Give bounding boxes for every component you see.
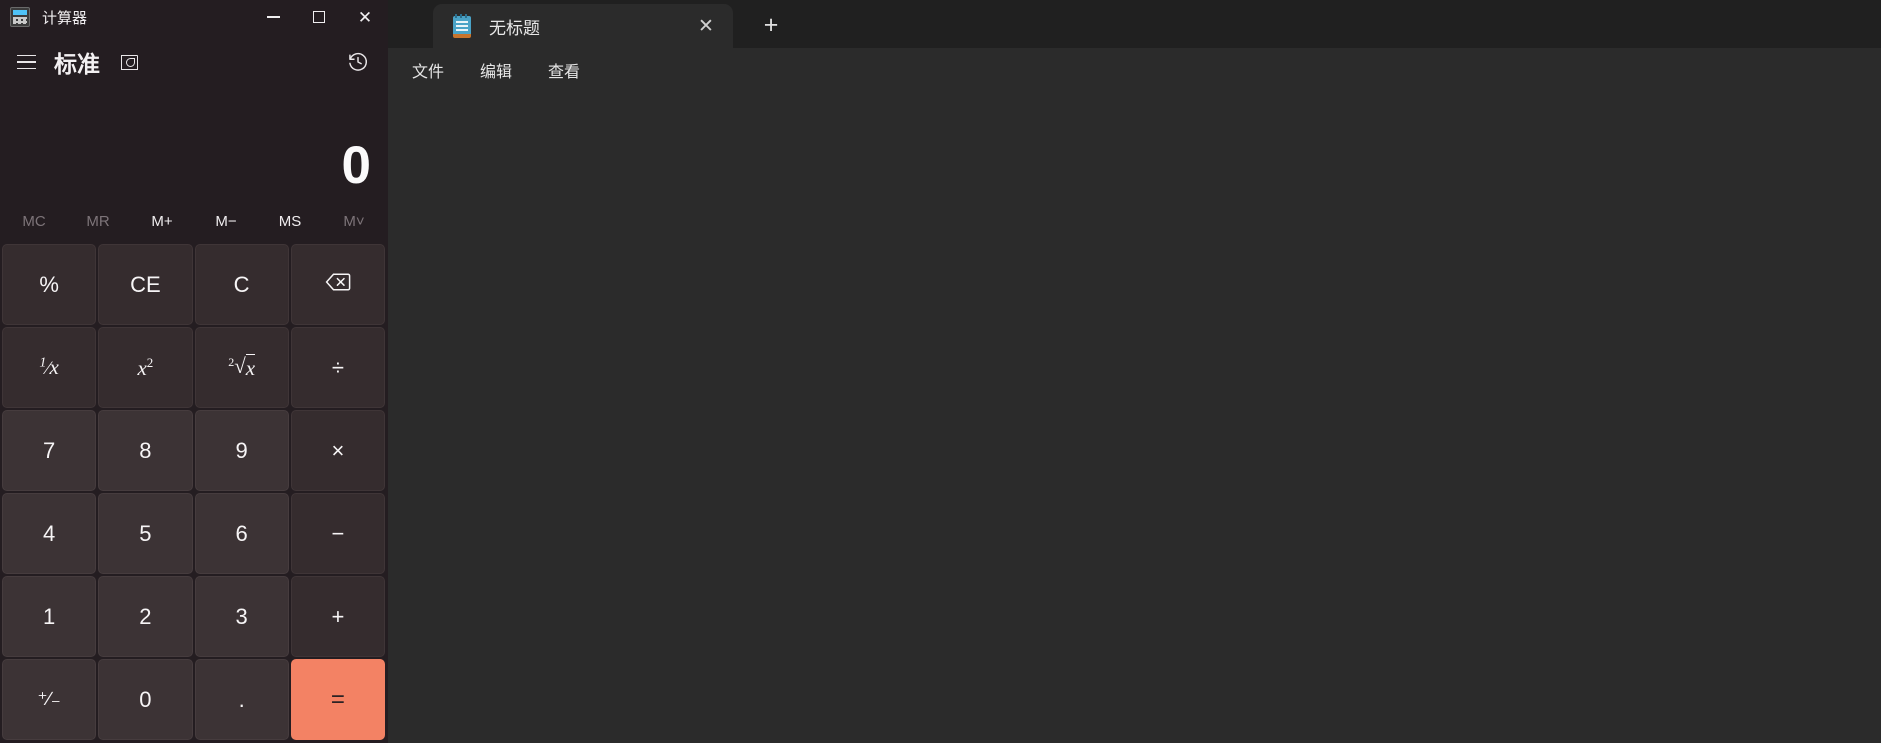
key-clear[interactable]: C bbox=[194, 244, 289, 325]
key-seven[interactable]: 7 bbox=[2, 410, 97, 491]
history-icon[interactable] bbox=[338, 42, 378, 82]
calculator-keypad: % CE C 1⁄x x2 2 √ x ÷ 7 8 9 × 4 5 6 − 1 2 3 + ⁺∕₋ 0. = bbox=[0, 242, 388, 743]
key-label: C bbox=[233, 271, 250, 297]
key-label: 1⁄x bbox=[39, 355, 59, 379]
memory-button-row: MC MR M+ M− MS M˅ bbox=[0, 200, 388, 242]
key-nine[interactable]: 9 bbox=[194, 410, 289, 491]
key-plus-minus[interactable]: ⁺∕₋ bbox=[2, 659, 97, 740]
key-decimal[interactable]: . bbox=[194, 659, 289, 740]
key-eight[interactable]: 8 bbox=[98, 410, 193, 491]
menu-item-file[interactable]: 文件 bbox=[396, 52, 460, 88]
memory-recall-button[interactable]: MR bbox=[66, 205, 130, 237]
window-title: 计算器 bbox=[42, 9, 88, 27]
calculator-display: 0 bbox=[0, 90, 388, 200]
menu-item-edit[interactable]: 编辑 bbox=[464, 52, 528, 88]
minimize-icon bbox=[266, 16, 280, 18]
memory-add-button[interactable]: M+ bbox=[130, 205, 194, 237]
key-backspace[interactable] bbox=[290, 244, 385, 325]
key-two[interactable]: 2 bbox=[98, 576, 193, 657]
calculator-window: 计算器 ✕ 标准 0 MC MR M+ M− MS M˅ % CE C 1⁄x … bbox=[0, 0, 388, 743]
notepad-tab-strip: 无标题 ✕ + bbox=[388, 0, 1881, 48]
maximize-button[interactable] bbox=[296, 0, 342, 34]
key-label: CE bbox=[130, 271, 161, 297]
memory-store-button[interactable]: MS bbox=[258, 205, 322, 237]
key-reciprocal[interactable]: 1⁄x bbox=[2, 327, 97, 408]
key-square-root[interactable]: 2 √ x bbox=[194, 327, 289, 408]
backspace-icon bbox=[325, 272, 351, 298]
menu-item-view[interactable]: 查看 bbox=[532, 52, 596, 88]
maximize-icon bbox=[313, 11, 325, 23]
notepad-window: 无标题 ✕ + 文件 编辑 查看 bbox=[388, 0, 1881, 743]
calculator-header: 标准 bbox=[0, 34, 388, 90]
key-five[interactable]: 5 bbox=[98, 493, 193, 574]
notepad-menu-bar: 文件 编辑 查看 bbox=[388, 48, 1881, 92]
key-label: − bbox=[331, 520, 345, 546]
close-button[interactable]: ✕ bbox=[342, 0, 388, 34]
notepad-text-area[interactable] bbox=[388, 92, 1881, 743]
memory-clear-button[interactable]: MC bbox=[2, 205, 66, 237]
notepad-icon bbox=[451, 14, 473, 38]
key-four[interactable]: 4 bbox=[2, 493, 97, 574]
close-icon[interactable]: ✕ bbox=[689, 9, 723, 43]
memory-dropdown-button[interactable]: M˅ bbox=[322, 205, 386, 237]
key-label: x2 bbox=[137, 354, 154, 380]
key-equals[interactable]: = bbox=[290, 659, 385, 740]
key-clear-entry[interactable]: CE bbox=[98, 244, 193, 325]
key-add[interactable]: + bbox=[290, 576, 385, 657]
calculator-mode-title: 标准 bbox=[54, 51, 100, 77]
key-label: 2 √ x bbox=[228, 354, 256, 380]
screen: 无标题 ✕ + 文件 编辑 查看 计算器 ✕ 标准 0 MC MR M+ M− … bbox=[0, 0, 1881, 743]
key-label: % bbox=[39, 271, 59, 297]
key-zero[interactable]: 0 bbox=[98, 659, 193, 740]
memory-subtract-button[interactable]: M− bbox=[194, 205, 258, 237]
notepad-tab-title: 无标题 bbox=[489, 18, 540, 38]
calculator-title-bar: 计算器 ✕ bbox=[0, 0, 388, 34]
key-multiply[interactable]: × bbox=[290, 410, 385, 491]
hamburger-menu-icon[interactable] bbox=[6, 42, 46, 82]
key-label: ÷ bbox=[331, 354, 344, 380]
key-label: × bbox=[331, 437, 345, 463]
close-icon: ✕ bbox=[357, 7, 373, 27]
key-percent[interactable]: % bbox=[2, 244, 97, 325]
calculator-icon bbox=[10, 7, 30, 27]
key-label: + bbox=[331, 603, 345, 629]
keep-on-top-icon[interactable] bbox=[114, 47, 144, 77]
minimize-button[interactable] bbox=[250, 0, 296, 34]
key-square[interactable]: x2 bbox=[98, 327, 193, 408]
new-tab-button[interactable]: + bbox=[753, 7, 789, 43]
key-divide[interactable]: ÷ bbox=[290, 327, 385, 408]
key-label: = bbox=[330, 685, 345, 713]
notepad-tab[interactable]: 无标题 ✕ bbox=[433, 4, 733, 48]
key-three[interactable]: 3 bbox=[194, 576, 289, 657]
key-six[interactable]: 6 bbox=[194, 493, 289, 574]
key-one[interactable]: 1 bbox=[2, 576, 97, 657]
display-value: 0 bbox=[341, 136, 372, 195]
key-subtract[interactable]: − bbox=[290, 493, 385, 574]
